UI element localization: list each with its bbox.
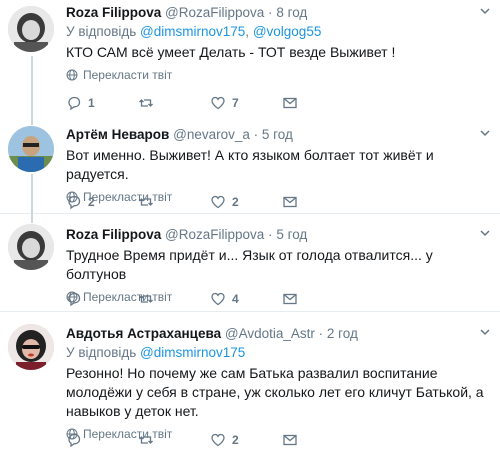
retweet-button[interactable]	[138, 194, 210, 210]
thread-line	[31, 174, 33, 214]
reply-context: У відповідь @dimsmirnov175	[66, 344, 490, 361]
reply-prefix: У відповідь	[66, 345, 137, 360]
timestamp[interactable]: 5 год	[276, 227, 307, 242]
like-count: 4	[232, 292, 239, 306]
retweet-button[interactable]	[138, 291, 210, 307]
separator: ·	[253, 127, 259, 142]
tweet-text: Резонно! Но почему же сам Батька развали…	[66, 365, 484, 419]
chevron-down-icon[interactable]	[480, 128, 490, 138]
separator: ·	[268, 5, 273, 20]
globe-icon	[66, 69, 78, 81]
like-count: 7	[232, 96, 239, 110]
message-button[interactable]	[282, 95, 354, 111]
author-name[interactable]: Roza Filippova	[66, 5, 161, 20]
translate-label: Перекласти твіт	[83, 68, 173, 82]
avatar[interactable]	[8, 126, 54, 172]
reply-user-link[interactable]: @dimsmirnov175	[140, 345, 245, 360]
avatar[interactable]	[8, 324, 54, 370]
thread-line	[31, 56, 33, 118]
tweet-header: Roza Filippova @RozaFilippova · 5 год	[66, 226, 490, 243]
timestamp[interactable]: 2 год	[327, 326, 358, 341]
envelope-icon	[283, 196, 297, 208]
timestamp[interactable]: 5 год	[262, 127, 293, 142]
reply-icon	[68, 195, 81, 210]
reply-prefix: У відповідь	[66, 24, 137, 39]
timestamp[interactable]: 8 год	[276, 5, 307, 20]
message-button[interactable]	[282, 291, 354, 307]
tweet-header: Артём Неваров @nevarov_a · 5 год	[66, 126, 490, 143]
like-button[interactable]: 7	[210, 95, 282, 111]
author-handle[interactable]: @RozaFilippova	[165, 5, 264, 20]
chevron-down-icon[interactable]	[480, 228, 490, 238]
reply-icon	[68, 292, 81, 307]
translate-button[interactable]: Перекласти твіт	[66, 67, 490, 83]
chevron-down-icon[interactable]	[480, 327, 490, 337]
tweet-3[interactable]: Roza Filippova @RozaFilippova · 5 год Тр…	[0, 214, 500, 312]
tweet-actions: 2	[66, 432, 354, 448]
reply-icon	[68, 96, 81, 111]
author-name[interactable]: Авдотья Астраханцева	[66, 326, 221, 341]
retweet-icon	[139, 295, 153, 303]
author-name[interactable]: Roza Filippova	[66, 227, 161, 242]
like-button[interactable]: 2	[210, 194, 282, 210]
tweet-text: КТО САМ всё умеет Делать - ТОТ везде Выж…	[66, 44, 396, 60]
separator: ·	[268, 227, 273, 242]
author-handle[interactable]: @Avdotia_Astr	[225, 326, 315, 341]
tweet-actions: 4	[66, 291, 354, 307]
like-count: 2	[232, 195, 239, 209]
like-button[interactable]: 4	[210, 291, 282, 307]
heart-icon	[211, 433, 225, 447]
tweet-text: Вот именно. Выживет! А кто языком болтае…	[66, 147, 434, 182]
heart-icon	[211, 96, 225, 110]
heart-icon	[211, 195, 225, 209]
thread-line	[31, 118, 33, 125]
avatar[interactable]	[8, 224, 54, 270]
reply-user-link[interactable]: @dimsmirnov175	[140, 24, 245, 39]
author-name[interactable]: Артём Неваров	[66, 127, 169, 142]
heart-icon	[211, 292, 225, 306]
tweet-1[interactable]: Roza Filippova @RozaFilippova · 8 год У …	[0, 0, 500, 118]
reply-button[interactable]	[66, 432, 138, 448]
author-handle[interactable]: @RozaFilippova	[165, 227, 264, 242]
retweet-button[interactable]	[138, 95, 210, 111]
chevron-down-icon[interactable]	[480, 6, 490, 16]
tweet-header: Roza Filippova @RozaFilippova · 8 год	[66, 4, 490, 21]
reply-button[interactable]: 2	[66, 194, 138, 210]
message-button[interactable]	[282, 194, 354, 210]
reply-count: 1	[88, 96, 95, 110]
thread-line	[31, 214, 33, 223]
retweet-icon	[139, 198, 153, 206]
like-count: 2	[232, 433, 239, 447]
retweet-icon	[139, 99, 153, 107]
reply-context: У відповідь @dimsmirnov175, @volgog55	[66, 23, 490, 40]
tweet-actions: 2 2	[66, 194, 354, 210]
reply-separator: ,	[245, 24, 250, 39]
retweet-button[interactable]	[138, 432, 210, 448]
reply-count: 2	[88, 195, 95, 209]
avatar[interactable]	[8, 6, 54, 52]
tweet-2[interactable]: Артём Неваров @nevarov_a · 5 год Вот име…	[0, 118, 500, 214]
like-button[interactable]: 2	[210, 432, 282, 448]
message-button[interactable]	[282, 432, 354, 448]
envelope-icon	[283, 434, 297, 446]
envelope-icon	[283, 293, 297, 305]
separator: ·	[318, 326, 324, 341]
tweet-actions: 1 7	[66, 95, 354, 111]
envelope-icon	[283, 97, 297, 109]
reply-button[interactable]	[66, 291, 138, 307]
reply-user-link[interactable]: @volgog55	[253, 24, 322, 39]
tweet-header: Авдотья Астраханцева @Avdotia_Astr · 2 г…	[66, 325, 490, 342]
author-handle[interactable]: @nevarov_a	[173, 127, 250, 142]
reply-icon	[68, 433, 81, 448]
tweet-text: Трудное Время придёт и... Язык от голода…	[66, 247, 433, 282]
retweet-icon	[139, 436, 153, 444]
reply-button[interactable]: 1	[66, 95, 138, 111]
tweet-4[interactable]: Авдотья Астраханцева @Avdotia_Astr · 2 г…	[0, 312, 500, 454]
